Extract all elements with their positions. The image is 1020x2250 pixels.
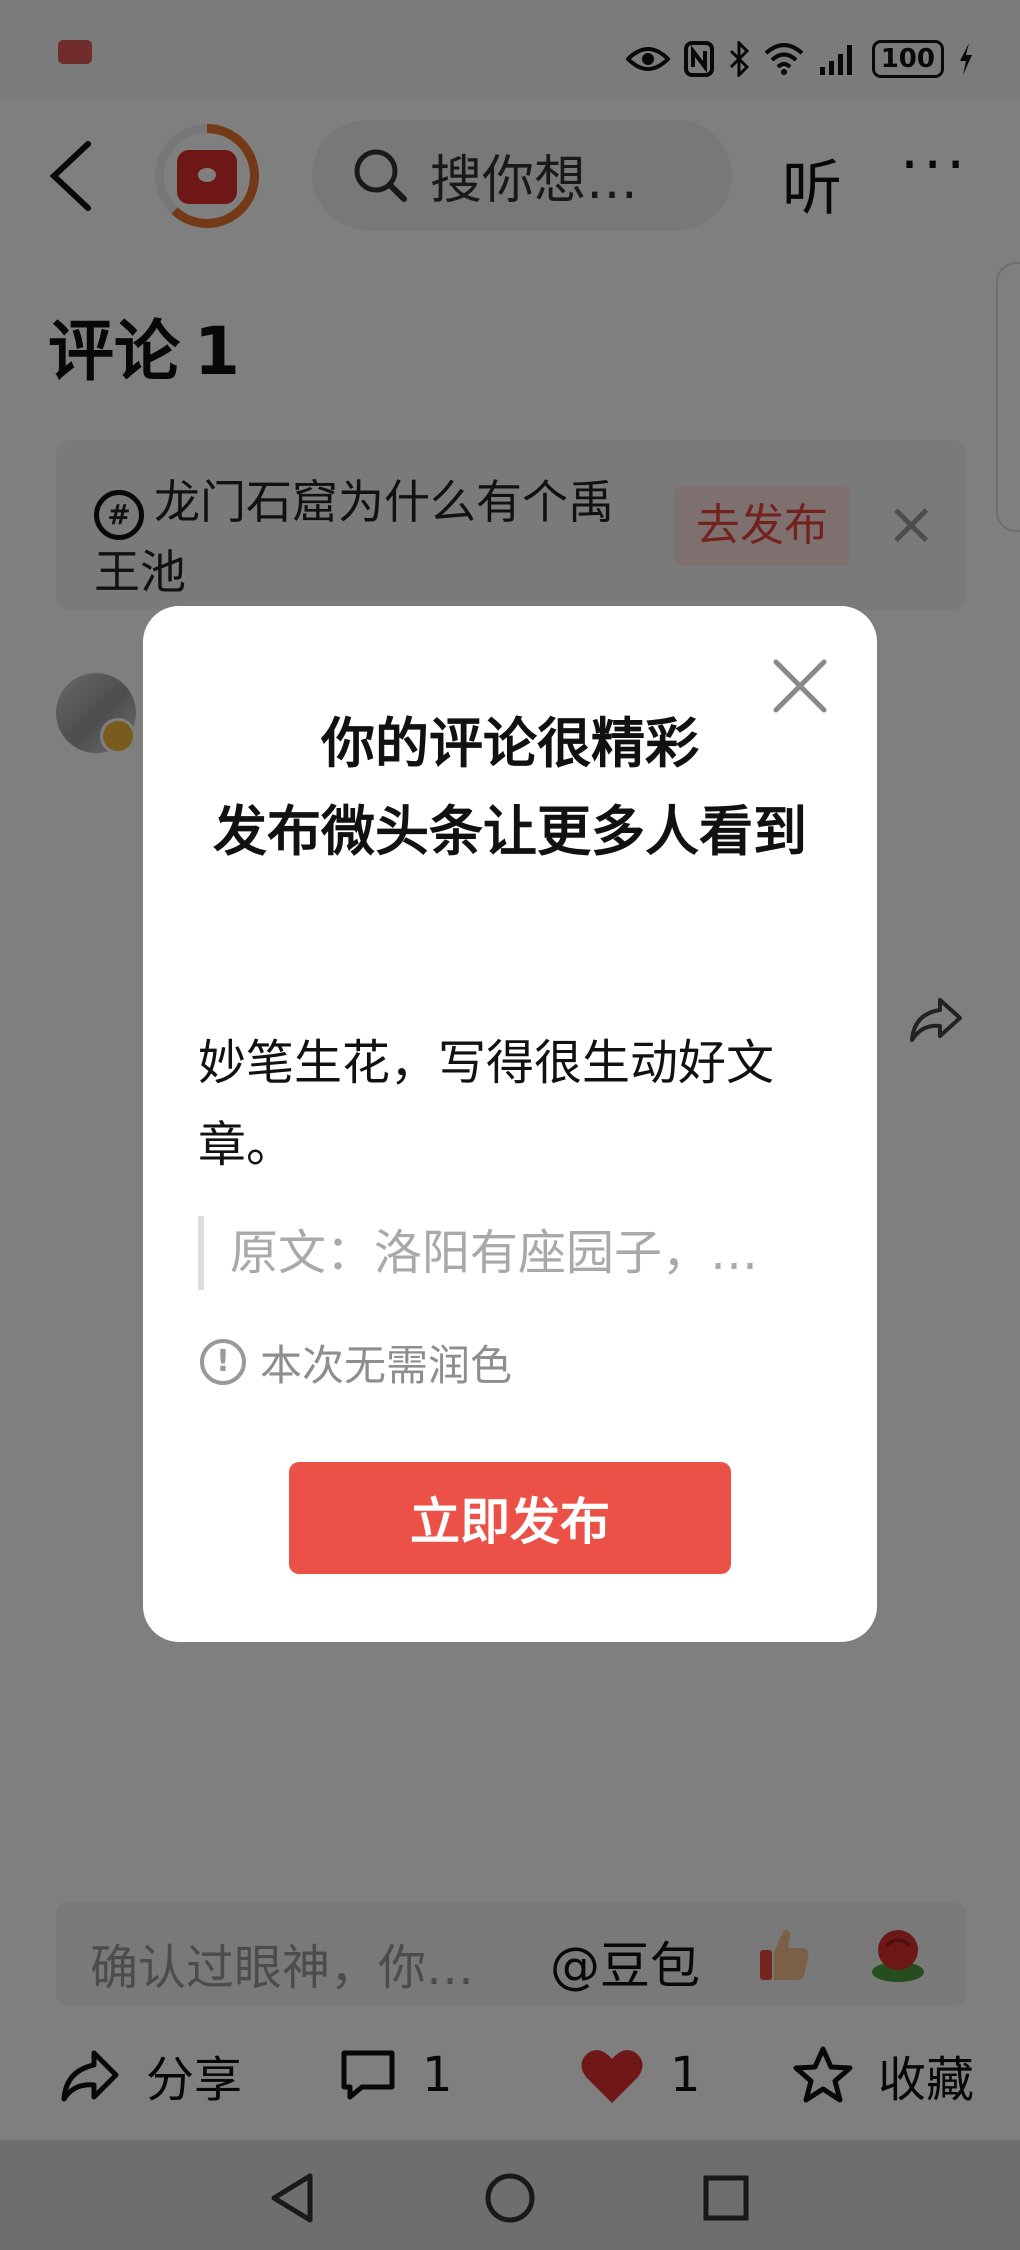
publish-now-button[interactable]: 立即发布 [289, 1462, 731, 1574]
dialog-comment-text: 妙笔生花，写得很生动好文章。 [198, 1035, 775, 1173]
info-icon: ! [200, 1339, 246, 1385]
dialog-hint-text: 本次无需润色 [260, 1340, 513, 1390]
dialog-title-line2: 发布微头条让更多人看到 [213, 800, 807, 863]
nav-bar-dim [0, 2140, 1020, 2250]
dialog-hint: ! 本次无需润色 [200, 1334, 512, 1390]
dialog-original-quote: 原文：洛阳有座园子，… [198, 1216, 826, 1290]
dialog-title: 你的评论很精彩 发布微头条让更多人看到 [163, 700, 857, 876]
dialog-title-line1: 你的评论很精彩 [321, 712, 699, 775]
status-bar-dim [0, 0, 1020, 100]
